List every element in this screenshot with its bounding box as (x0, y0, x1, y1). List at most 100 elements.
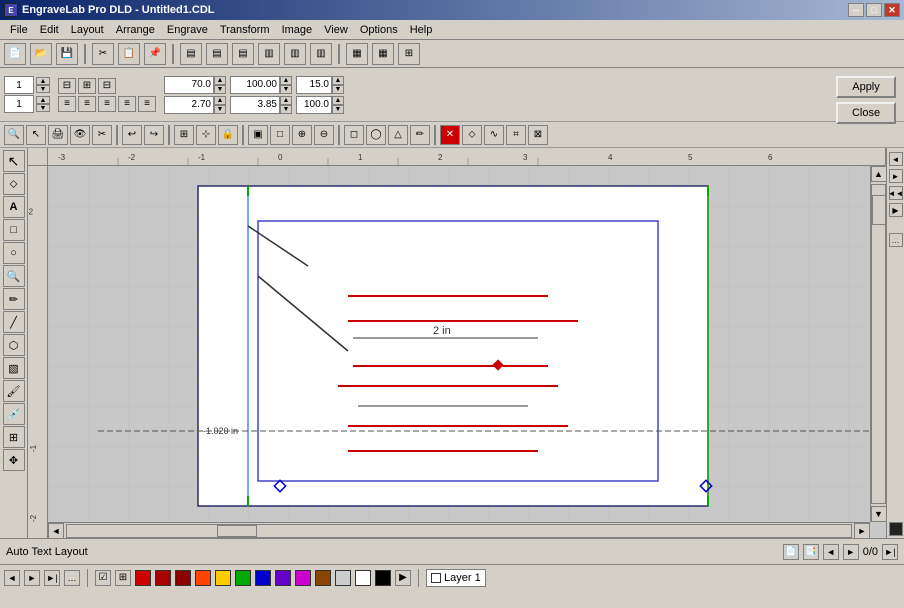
open-button[interactable]: 📂 (30, 43, 52, 65)
status-next[interactable]: ► (843, 544, 859, 560)
close-window-button[interactable]: ✕ (884, 3, 900, 17)
field2-up[interactable]: ▲ (36, 96, 50, 104)
tool-node[interactable]: ⬦ (3, 173, 25, 195)
align-right-button[interactable]: ▤ (232, 43, 254, 65)
minimize-button[interactable]: ─ (848, 3, 864, 17)
tool-move[interactable]: ✥ (3, 449, 25, 471)
tool-crop[interactable]: ⊞ (3, 426, 25, 448)
pattern-btn1[interactable]: ⊟ (58, 78, 76, 94)
drawing-canvas[interactable]: 2 in -1.020 in (48, 166, 870, 522)
tool-text[interactable]: A (3, 196, 25, 218)
v4-up[interactable]: ▲ (214, 96, 226, 105)
tool-ellipse[interactable]: ○ (3, 242, 25, 264)
tool-eyedrop[interactable]: 💉 (3, 403, 25, 425)
v5-up[interactable]: ▲ (280, 96, 292, 105)
menu-layout[interactable]: Layout (65, 22, 110, 38)
scroll-thumb-h[interactable] (217, 525, 257, 537)
align-center-button[interactable]: ▤ (206, 43, 228, 65)
layer-next[interactable]: ►| (44, 570, 60, 586)
lock-btn[interactable]: 🔒 (218, 125, 238, 145)
copy-button[interactable]: 📋 (118, 43, 140, 65)
draw1-btn[interactable]: ◻ (344, 125, 364, 145)
color-blue[interactable] (255, 570, 271, 586)
layer-check[interactable]: ☑ (95, 570, 111, 586)
rp-btn2[interactable]: ► (889, 169, 903, 183)
pattern-btn5[interactable]: ≡ (78, 96, 96, 112)
scissors-btn[interactable]: ✂ (92, 125, 112, 145)
paste-button[interactable]: 📌 (144, 43, 166, 65)
grid-btn[interactable]: ⊞ (174, 125, 194, 145)
scroll-thumb-v[interactable] (872, 195, 886, 225)
color-black[interactable] (375, 570, 391, 586)
status-btn2[interactable]: 📑 (803, 544, 819, 560)
rp-btn4[interactable]: ▶ (889, 203, 903, 217)
color-orange[interactable] (195, 570, 211, 586)
menu-image[interactable]: Image (276, 22, 319, 38)
menu-arrange[interactable]: Arrange (110, 22, 161, 38)
value2-input[interactable] (230, 76, 280, 94)
tool-fill[interactable]: ▧ (3, 357, 25, 379)
align-bottom-button[interactable]: ▥ (310, 43, 332, 65)
scroll-down-btn[interactable]: ▼ (871, 506, 887, 522)
combine-btn[interactable]: ⊕ (292, 125, 312, 145)
group-btn[interactable]: ▣ (248, 125, 268, 145)
layer-prev[interactable]: ◄ (4, 570, 20, 586)
v5-down[interactable]: ▼ (280, 105, 292, 114)
print-btn[interactable]: 🖨 (48, 125, 68, 145)
pattern-btn6[interactable]: ≡ (98, 96, 116, 112)
draw4-btn[interactable]: ✏ (410, 125, 430, 145)
scroll-right-btn[interactable]: ► (854, 523, 870, 539)
v6-up[interactable]: ▲ (332, 96, 344, 105)
color-white[interactable] (355, 570, 371, 586)
menu-help[interactable]: Help (404, 22, 439, 38)
tool-line[interactable]: ╱ (3, 311, 25, 333)
value3-input[interactable] (296, 76, 332, 94)
menu-engrave[interactable]: Engrave (161, 22, 214, 38)
canvas-container[interactable]: -3 -2 -1 0 1 2 3 4 5 6 (28, 148, 886, 538)
tool-poly[interactable]: ⬡ (3, 334, 25, 356)
tool8[interactable]: ▦ (372, 43, 394, 65)
menu-edit[interactable]: Edit (34, 22, 65, 38)
value4-input[interactable] (164, 96, 214, 114)
scrollbar-bottom[interactable]: ◄ ► (48, 522, 870, 538)
status-btn1[interactable]: 📄 (783, 544, 799, 560)
color-brown[interactable] (315, 570, 331, 586)
rp-btn3[interactable]: ◄◄ (889, 186, 903, 200)
color-magenta[interactable] (295, 570, 311, 586)
scrollbar-right[interactable]: ▲ ▼ (870, 166, 886, 522)
color-purple[interactable] (275, 570, 291, 586)
field2-input[interactable] (4, 95, 34, 113)
align-top-button[interactable]: ▥ (258, 43, 280, 65)
maximize-button[interactable]: □ (866, 3, 882, 17)
v2-down[interactable]: ▼ (280, 85, 292, 94)
value6-input[interactable] (296, 96, 332, 114)
select-btn[interactable]: ↖ (26, 125, 46, 145)
tool-zoom[interactable]: 🔍 (3, 265, 25, 287)
node-btn[interactable]: ⬦ (462, 125, 482, 145)
new-button[interactable]: 📄 (4, 43, 26, 65)
layer-grid[interactable]: ⊞ (115, 570, 131, 586)
value1-input[interactable] (164, 76, 214, 94)
layer-dots[interactable]: … (64, 570, 80, 586)
rp-btn5[interactable]: … (889, 233, 903, 247)
status-prev[interactable]: ◄ (823, 544, 839, 560)
menu-transform[interactable]: Transform (214, 22, 276, 38)
field1-input[interactable] (4, 76, 34, 94)
scroll-up-btn[interactable]: ▲ (871, 166, 887, 182)
pattern-btn7[interactable]: ≡ (118, 96, 136, 112)
snap-btn[interactable]: ⊹ (196, 125, 216, 145)
v3-down[interactable]: ▼ (332, 85, 344, 94)
tool9[interactable]: ⊞ (398, 43, 420, 65)
tool-rect[interactable]: □ (3, 219, 25, 241)
draw2-btn[interactable]: ◯ (366, 125, 386, 145)
tool7[interactable]: ▦ (346, 43, 368, 65)
v2-up[interactable]: ▲ (280, 76, 292, 85)
redo-btn[interactable]: ↪ (144, 125, 164, 145)
color-red1[interactable] (135, 570, 151, 586)
rp-black-btn[interactable] (889, 522, 903, 536)
v4-down[interactable]: ▼ (214, 105, 226, 114)
close-button[interactable]: Close (836, 102, 896, 124)
color-red3[interactable] (175, 570, 191, 586)
tool-x[interactable]: ⊠ (528, 125, 548, 145)
delete-btn[interactable]: ✕ (440, 125, 460, 145)
